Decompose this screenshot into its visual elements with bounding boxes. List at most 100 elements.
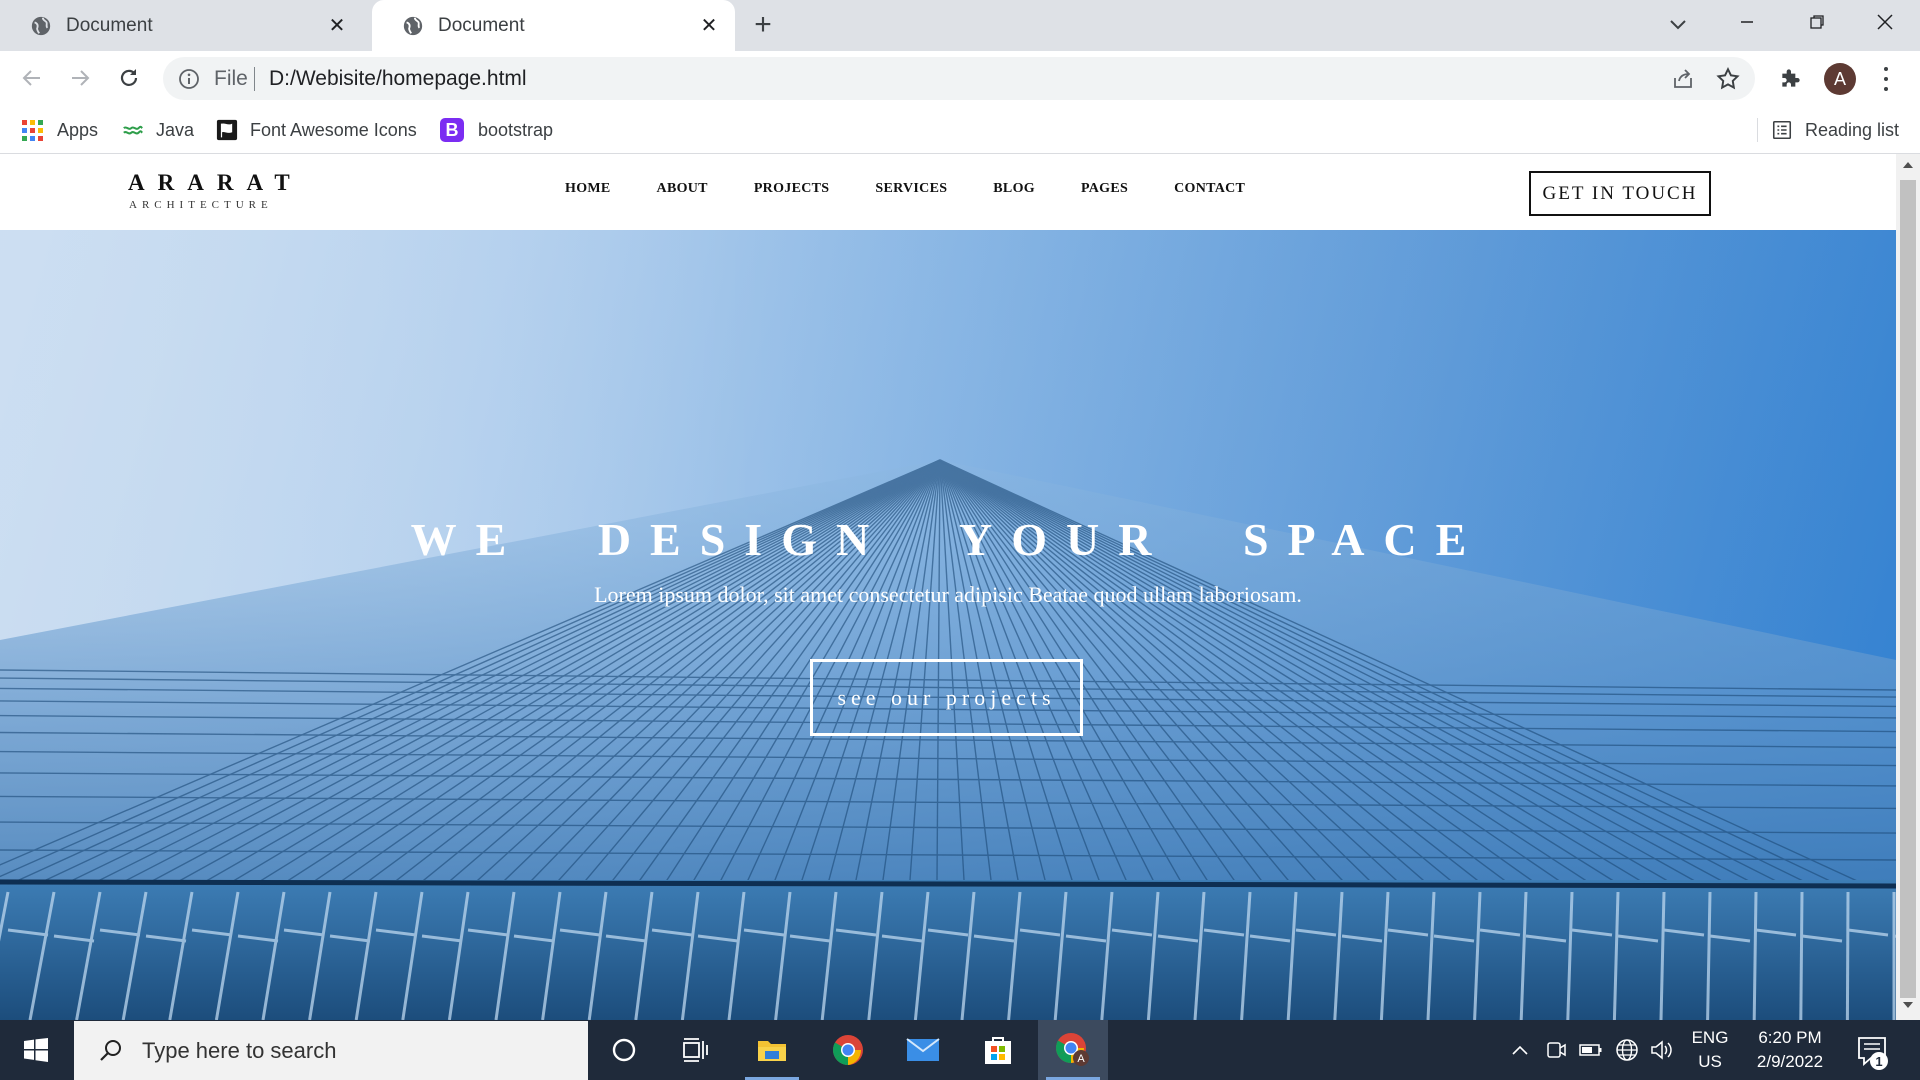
search-icon bbox=[100, 1039, 121, 1061]
cortana-button[interactable] bbox=[589, 1020, 659, 1080]
reload-icon bbox=[120, 69, 138, 86]
scroll-down-arrow-icon[interactable] bbox=[1896, 1000, 1920, 1016]
flag-icon bbox=[216, 119, 238, 141]
task-view-button[interactable] bbox=[660, 1020, 730, 1080]
mail-icon bbox=[906, 1038, 940, 1061]
chrome-profile-icon: A bbox=[1055, 1033, 1089, 1066]
minimize-icon bbox=[1741, 21, 1753, 23]
scheme-label: File bbox=[214, 67, 248, 90]
profile-avatar[interactable]: A bbox=[1824, 63, 1856, 95]
bookmark-label: Font Awesome Icons bbox=[250, 119, 417, 140]
file-explorer-taskbar-button[interactable] bbox=[737, 1020, 807, 1080]
divider bbox=[254, 67, 255, 91]
language-code: ENG bbox=[1691, 1028, 1729, 1047]
show-hidden-icons-chevron-icon[interactable] bbox=[1508, 1038, 1532, 1062]
bookmark-label: Apps bbox=[57, 119, 99, 140]
more-menu-icon[interactable] bbox=[1876, 65, 1896, 93]
svg-text:A: A bbox=[1077, 1053, 1085, 1065]
scroll-up-arrow-icon[interactable] bbox=[1896, 160, 1920, 176]
site-logo[interactable]: ARARAT ARCHITECTURE bbox=[128, 170, 303, 211]
browser-tab-1[interactable]: Document ✕ bbox=[0, 0, 363, 51]
bookmark-apps[interactable]: Apps bbox=[22, 116, 98, 144]
info-icon[interactable] bbox=[178, 68, 200, 90]
folder-icon bbox=[758, 1041, 786, 1061]
nav-home[interactable]: HOME bbox=[565, 181, 611, 197]
cortana-circle-icon bbox=[612, 1038, 636, 1062]
chrome-profile-taskbar-button[interactable]: A bbox=[1038, 1020, 1108, 1080]
bootstrap-icon: B bbox=[440, 118, 464, 142]
bookmarks-bar: Apps Java Font Awesome Icons B bootstrap… bbox=[0, 106, 1920, 154]
see-our-projects-button[interactable]: see our projects bbox=[810, 659, 1083, 736]
share-icon[interactable] bbox=[1671, 67, 1695, 91]
java-icon bbox=[123, 125, 143, 135]
meet-now-icon[interactable] bbox=[1544, 1038, 1568, 1062]
taskbar-clock[interactable]: 6:20 PM 2/9/2022 bbox=[1740, 1026, 1840, 1074]
puzzle-extensions-icon[interactable] bbox=[1778, 65, 1804, 91]
store-icon bbox=[985, 1037, 1011, 1064]
new-tab-button[interactable]: + bbox=[748, 10, 778, 41]
bookmark-font-awesome[interactable]: Font Awesome Icons bbox=[216, 116, 417, 144]
task-view-icon bbox=[683, 1038, 708, 1062]
divider bbox=[1757, 118, 1758, 142]
close-window-button[interactable] bbox=[1852, 0, 1918, 44]
hero-title: WE DESIGN YOUR SPACE bbox=[410, 514, 1486, 565]
scrollbar-thumb[interactable] bbox=[1900, 180, 1916, 998]
tab-search-chevron-icon[interactable] bbox=[1666, 12, 1690, 36]
page-scrollbar[interactable] bbox=[1896, 154, 1920, 1020]
clock-time: 6:20 PM bbox=[1758, 1028, 1822, 1047]
notification-badge: 1 bbox=[1870, 1052, 1888, 1070]
chrome-icon bbox=[832, 1035, 863, 1065]
star-icon[interactable] bbox=[1715, 66, 1741, 92]
close-tab-icon[interactable]: ✕ bbox=[697, 13, 721, 37]
url-text[interactable]: D:/Webisite/homepage.html bbox=[269, 67, 527, 91]
reading-list-icon bbox=[1772, 120, 1792, 140]
get-in-touch-button[interactable]: GET IN TOUCH bbox=[1529, 171, 1711, 216]
input-language-indicator[interactable]: ENG US bbox=[1688, 1026, 1732, 1074]
taskbar-search[interactable]: Type here to search bbox=[74, 1021, 588, 1080]
volume-icon[interactable] bbox=[1650, 1038, 1674, 1062]
reading-list-button[interactable]: Reading list bbox=[1771, 116, 1899, 144]
clock-date: 2/9/2022 bbox=[1756, 1052, 1824, 1071]
globe-icon bbox=[403, 16, 423, 35]
main-nav: HOME ABOUT PROJECTS SERVICES BLOG PAGES … bbox=[565, 181, 1291, 197]
minimize-button[interactable] bbox=[1714, 0, 1780, 44]
bookmark-bootstrap[interactable]: B bootstrap bbox=[440, 116, 553, 144]
globe-icon bbox=[31, 16, 51, 35]
nav-services[interactable]: SERVICES bbox=[875, 181, 947, 197]
battery-icon[interactable] bbox=[1579, 1038, 1603, 1062]
address-bar[interactable]: File D:/Webisite/homepage.html bbox=[163, 57, 1755, 100]
tab-strip: Document ✕ Document ✕ + bbox=[0, 0, 1920, 51]
nav-blog[interactable]: BLOG bbox=[993, 181, 1035, 197]
arrow-right-icon bbox=[72, 70, 90, 86]
apps-grid-icon bbox=[22, 119, 43, 141]
windows-logo-icon bbox=[24, 1038, 48, 1062]
store-taskbar-button[interactable] bbox=[963, 1020, 1033, 1080]
restore-button[interactable] bbox=[1784, 0, 1850, 44]
nav-about[interactable]: ABOUT bbox=[657, 181, 708, 197]
back-button[interactable] bbox=[15, 61, 49, 95]
nav-contact[interactable]: CONTACT bbox=[1174, 181, 1245, 197]
nav-projects[interactable]: PROJECTS bbox=[754, 181, 830, 197]
tab-title: Document bbox=[438, 14, 525, 36]
arrow-left-icon bbox=[22, 70, 40, 86]
bookmark-java[interactable]: Java bbox=[122, 116, 194, 144]
network-globe-icon[interactable] bbox=[1615, 1038, 1639, 1062]
page-viewport: ARARAT ARCHITECTURE HOME ABOUT PROJECTS … bbox=[0, 154, 1896, 1020]
reload-button[interactable] bbox=[112, 61, 146, 95]
nav-pages[interactable]: PAGES bbox=[1081, 181, 1128, 197]
hero-subtitle: Lorem ipsum dolor, sit amet consectetur … bbox=[594, 582, 1302, 607]
browser-tab-2[interactable]: Document ✕ bbox=[372, 0, 735, 51]
language-region: US bbox=[1698, 1052, 1722, 1071]
search-placeholder: Type here to search bbox=[142, 1037, 337, 1063]
mail-taskbar-button[interactable] bbox=[888, 1020, 958, 1080]
hero-building-image bbox=[0, 230, 1896, 1020]
logo-name: ARARAT bbox=[128, 170, 303, 195]
close-tab-icon[interactable]: ✕ bbox=[325, 13, 349, 37]
start-button[interactable] bbox=[0, 1020, 72, 1080]
bookmark-label: bootstrap bbox=[478, 119, 554, 140]
forward-button[interactable] bbox=[63, 61, 97, 95]
close-icon bbox=[1877, 14, 1893, 30]
bookmark-label: Java bbox=[156, 119, 195, 140]
chrome-taskbar-button[interactable] bbox=[813, 1020, 883, 1080]
browser-toolbar: File D:/Webisite/homepage.html A bbox=[0, 51, 1920, 106]
